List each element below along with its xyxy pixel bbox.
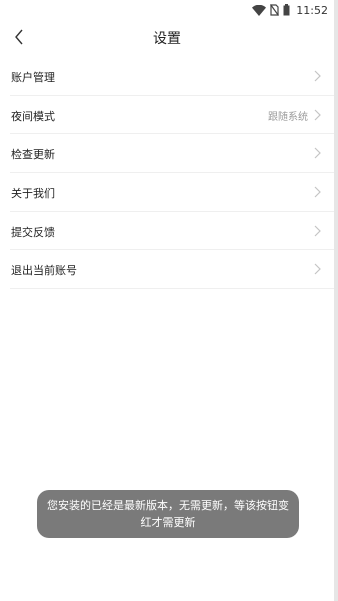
chevron-right-icon: [314, 186, 321, 198]
settings-item-feedback[interactable]: 提交反馈: [10, 212, 334, 251]
settings-item-night-mode[interactable]: 夜间模式 跟随系统: [10, 96, 334, 135]
toast-message: 您安装的已经是最新版本，无需更新，等该按钮变红才需更新: [47, 499, 289, 529]
settings-item-label: 提交反馈: [11, 225, 55, 239]
settings-item-label: 关于我们: [11, 187, 55, 201]
settings-screen: 11:52 设置 账户管理 夜间模式 跟随系统 检查更新 关于我们 提交反馈 退…: [0, 0, 338, 601]
settings-item-value: 跟随系统: [268, 111, 308, 123]
settings-list: 账户管理 夜间模式 跟随系统 检查更新 关于我们 提交反馈 退出当前账号: [0, 57, 334, 290]
chevron-right-icon: [314, 109, 321, 121]
status-time: 11:52: [296, 3, 328, 17]
no-sim-icon: [270, 4, 280, 16]
settings-item-label: 检查更新: [11, 148, 55, 162]
update-toast: 您安装的已经是最新版本，无需更新，等该按钮变红才需更新: [37, 490, 299, 538]
status-icons: 11:52: [252, 2, 328, 18]
header: 设置: [0, 20, 334, 56]
settings-item-label: 夜间模式: [11, 109, 55, 123]
wifi-icon: [252, 4, 267, 16]
chevron-right-icon: [314, 225, 321, 237]
chevron-right-icon: [314, 147, 321, 159]
chevron-right-icon: [314, 70, 321, 82]
settings-item-label: 账户管理: [11, 71, 55, 84]
settings-item-account[interactable]: 账户管理: [10, 57, 334, 96]
settings-item-check-update[interactable]: 检查更新: [10, 134, 334, 174]
page-title: 设置: [153, 31, 181, 47]
settings-item-label: 退出当前账号: [11, 264, 77, 278]
chevron-right-icon: [314, 264, 321, 275]
settings-item-logout[interactable]: 退出当前账号: [10, 250, 334, 290]
status-bar: 11:52: [0, 0, 334, 20]
screen-edge: [334, 0, 338, 601]
battery-icon: [283, 4, 290, 16]
settings-item-about[interactable]: 关于我们: [10, 173, 334, 212]
